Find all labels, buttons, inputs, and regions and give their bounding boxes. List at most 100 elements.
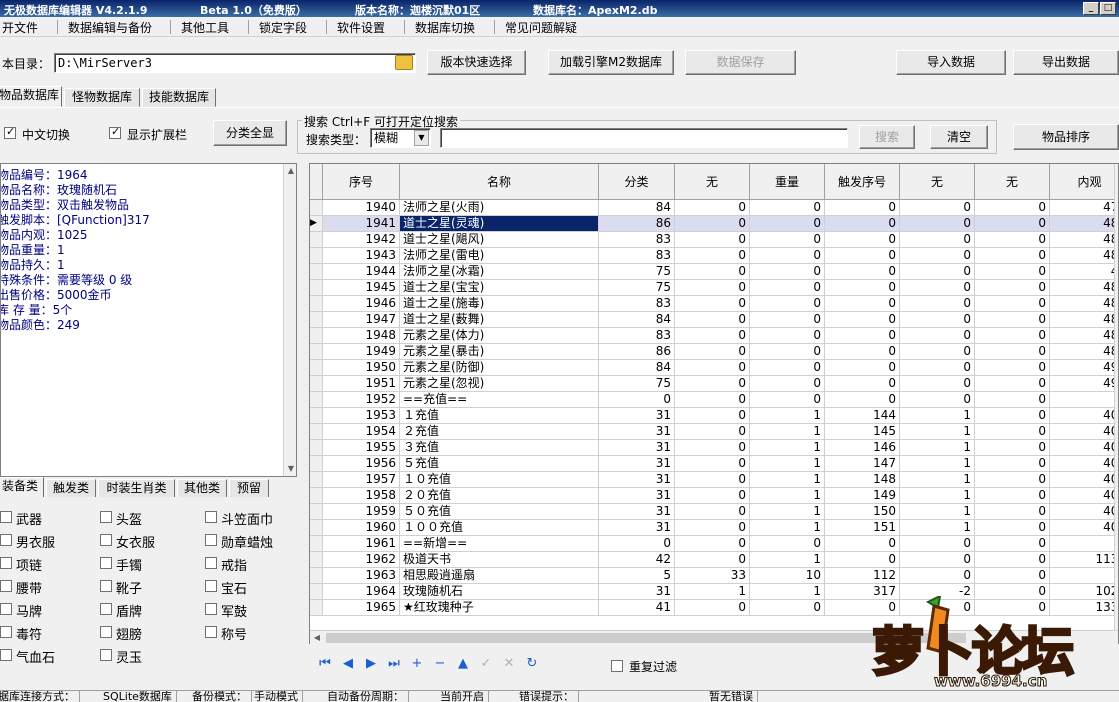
cell-value[interactable]: 0 bbox=[975, 408, 1050, 424]
cell-value[interactable]: 402 bbox=[1050, 456, 1118, 472]
cell-value[interactable]: 498 bbox=[1050, 360, 1118, 376]
cell-value[interactable]: 0 bbox=[675, 472, 750, 488]
cell-value[interactable]: 402 bbox=[1050, 504, 1118, 520]
cell-value[interactable]: 0 bbox=[825, 360, 900, 376]
cell-value[interactable]: 1137 bbox=[1050, 552, 1118, 568]
cell-value[interactable]: 1944 bbox=[323, 264, 400, 280]
cell-value[interactable]: 483 bbox=[1050, 216, 1118, 232]
cell-name[interactable]: 相思殿逍遥扇 bbox=[400, 568, 599, 584]
category-checkbox[interactable] bbox=[0, 557, 12, 569]
cell-name[interactable]: １００充值 bbox=[400, 520, 599, 536]
folder-icon[interactable] bbox=[395, 55, 413, 70]
cell-value[interactable]: 0 bbox=[975, 296, 1050, 312]
table-row[interactable]: 1945道士之星(宝宝)7500000485 bbox=[310, 280, 1118, 296]
cell-value[interactable]: 83 bbox=[599, 232, 675, 248]
menu-lock-fields[interactable]: 锁定字段 bbox=[259, 19, 307, 36]
cell-value[interactable]: 31 bbox=[599, 472, 675, 488]
cell-value[interactable]: 0 bbox=[675, 408, 750, 424]
cell-value[interactable]: 1 bbox=[900, 440, 975, 456]
cell-value[interactable]: 0 bbox=[675, 360, 750, 376]
cell-value[interactable]: 0 bbox=[750, 232, 825, 248]
scroll-up-icon[interactable]: ▲ bbox=[284, 164, 296, 178]
category-checkbox[interactable] bbox=[0, 534, 12, 546]
cell-value[interactable]: 0 bbox=[599, 536, 675, 552]
tab-fashion-zodiac[interactable]: 时装生肖类 bbox=[98, 479, 175, 498]
cell-value[interactable]: 0 bbox=[675, 216, 750, 232]
cell-value[interactable]: 0 bbox=[825, 376, 900, 392]
category-checkbox[interactable] bbox=[100, 511, 112, 523]
column-header[interactable]: 名称 bbox=[400, 164, 599, 200]
column-header[interactable]: 无 bbox=[900, 164, 975, 200]
last-icon[interactable]: ⏭ bbox=[384, 652, 404, 676]
category-checkbox[interactable] bbox=[0, 626, 12, 638]
cell-value[interactable]: 485 bbox=[1050, 280, 1118, 296]
column-header[interactable]: 内观 bbox=[1050, 164, 1118, 200]
cell-value[interactable]: 1940 bbox=[323, 200, 400, 216]
cell-value[interactable]: 0 bbox=[750, 360, 825, 376]
cell-value[interactable]: 0 bbox=[675, 424, 750, 440]
cell-value[interactable]: 1 bbox=[750, 504, 825, 520]
cell-value[interactable]: 31 bbox=[599, 456, 675, 472]
cell-value[interactable]: 0 bbox=[975, 216, 1050, 232]
cell-value[interactable]: 0 bbox=[750, 328, 825, 344]
table-row[interactable]: 1963相思殿逍遥扇53310112007 bbox=[310, 568, 1118, 584]
grid-vscrollbar[interactable] bbox=[1114, 164, 1118, 643]
cell-value[interactable]: 48 bbox=[1050, 264, 1118, 280]
cell-value[interactable]: 75 bbox=[599, 376, 675, 392]
cell-name[interactable]: ５０充值 bbox=[400, 504, 599, 520]
cell-value[interactable]: 150 bbox=[825, 504, 900, 520]
info-scrollbar[interactable]: ▲ ▼ bbox=[283, 164, 296, 476]
cell-value[interactable]: 147 bbox=[825, 456, 900, 472]
cell-value[interactable]: 402 bbox=[1050, 408, 1118, 424]
cell-value[interactable]: 0 bbox=[750, 392, 825, 408]
cell-value[interactable]: 31 bbox=[599, 520, 675, 536]
cell-value[interactable]: 1 bbox=[900, 408, 975, 424]
cell-name[interactable]: １０充值 bbox=[400, 472, 599, 488]
cell-name[interactable]: 极道天书 bbox=[400, 552, 599, 568]
table-row[interactable]: 1953１充值310114410402 bbox=[310, 408, 1118, 424]
cell-value[interactable]: 0 bbox=[900, 280, 975, 296]
cell-value[interactable]: 0 bbox=[675, 296, 750, 312]
cell-value[interactable]: 0 bbox=[975, 568, 1050, 584]
cell-value[interactable]: 0 bbox=[975, 344, 1050, 360]
category-checkbox[interactable] bbox=[100, 534, 112, 546]
cell-value[interactable]: 0 bbox=[750, 248, 825, 264]
cell-name[interactable]: 道士之星(灵魂) bbox=[400, 216, 599, 232]
menu-faq[interactable]: 常见问题解疑 bbox=[505, 19, 577, 36]
cell-value[interactable]: 0 bbox=[675, 456, 750, 472]
cell-value[interactable]: 1950 bbox=[323, 360, 400, 376]
cell-value[interactable]: 86 bbox=[599, 344, 675, 360]
cell-value[interactable]: 0 bbox=[975, 360, 1050, 376]
column-header[interactable]: 无 bbox=[675, 164, 750, 200]
table-row[interactable]: 1940法师之星(火雨)8400000479 bbox=[310, 200, 1118, 216]
cell-value[interactable]: 0 bbox=[975, 520, 1050, 536]
cell-name[interactable]: 道士之星(薮舞) bbox=[400, 312, 599, 328]
table-row[interactable]: 1950元素之星(防御)8400000498 bbox=[310, 360, 1118, 376]
cell-value[interactable]: 0 bbox=[975, 504, 1050, 520]
cell-value[interactable]: 83 bbox=[599, 248, 675, 264]
table-row[interactable]: 1942道士之星(飓风)8300000484 bbox=[310, 232, 1118, 248]
cell-value[interactable]: 0 bbox=[675, 248, 750, 264]
table-row[interactable]: 1948元素之星(体力)8300000488 bbox=[310, 328, 1118, 344]
cell-value[interactable]: 42 bbox=[599, 552, 675, 568]
table-row[interactable]: 1943法师之星(雷电)8300000480 bbox=[310, 248, 1118, 264]
cell-value[interactable]: 0 bbox=[975, 424, 1050, 440]
table-row[interactable]: 1951元素之星(忽视)7500000499 bbox=[310, 376, 1118, 392]
cell-name[interactable]: 道士之星(施毒) bbox=[400, 296, 599, 312]
cell-value[interactable]: 0 bbox=[825, 200, 900, 216]
dir-input[interactable]: D:\MirServer3 bbox=[54, 53, 416, 73]
cell-value[interactable]: 1 bbox=[750, 440, 825, 456]
repeat-filter-checkbox[interactable] bbox=[611, 660, 623, 672]
cell-value[interactable]: 0 bbox=[975, 552, 1050, 568]
cell-value[interactable]: 1957 bbox=[323, 472, 400, 488]
cell-value[interactable]: 86 bbox=[599, 216, 675, 232]
cell-value[interactable]: 0 bbox=[900, 264, 975, 280]
cell-value[interactable]: 1962 bbox=[323, 552, 400, 568]
table-row[interactable]: 1946道士之星(施毒)8300000486 bbox=[310, 296, 1118, 312]
cell-name[interactable]: 道士之星(飓风) bbox=[400, 232, 599, 248]
cell-value[interactable]: 1954 bbox=[323, 424, 400, 440]
cell-value[interactable]: 0 bbox=[825, 264, 900, 280]
cell-value[interactable]: 149 bbox=[825, 488, 900, 504]
table-row[interactable]: 1956５充值310114710402 bbox=[310, 456, 1118, 472]
cell-value[interactable]: 402 bbox=[1050, 520, 1118, 536]
